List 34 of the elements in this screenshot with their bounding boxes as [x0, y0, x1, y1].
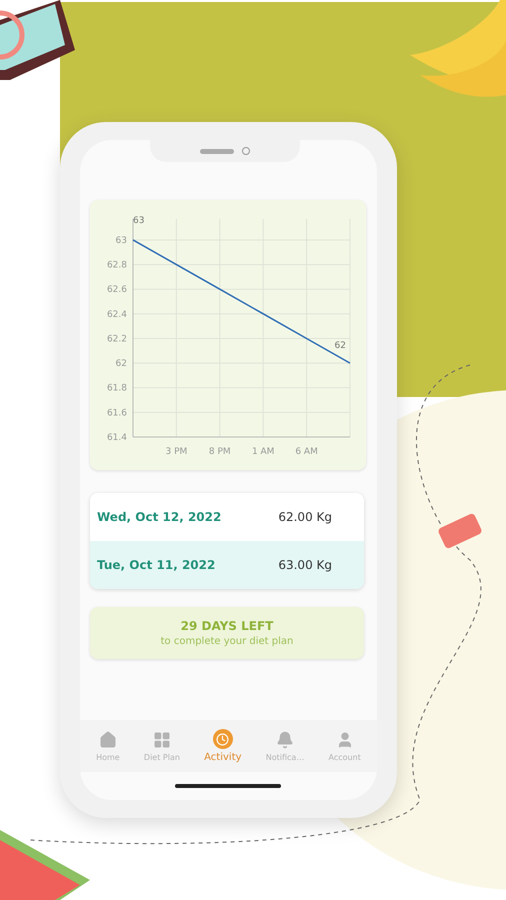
data-label: 62	[334, 341, 346, 352]
weight-entry-row[interactable]: Wed, Oct 12, 2022 62.00 Kg	[90, 493, 364, 541]
weight-entry-row[interactable]: Tue, Oct 11, 2022 63.00 Kg	[90, 541, 364, 589]
entry-date: Tue, Oct 11, 2022	[97, 558, 216, 572]
x-tick-label: 3 PM	[166, 447, 188, 457]
nav-tab[interactable]: Activity	[204, 729, 242, 763]
bell-icon	[275, 730, 296, 750]
y-tick-label: 61.6	[106, 408, 127, 418]
speaker-icon	[200, 148, 234, 154]
entry-date: Wed, Oct 12, 2022	[97, 510, 222, 524]
y-tick-label: 62.6	[106, 285, 127, 296]
y-tick-label: 62.2	[106, 334, 127, 344]
nav-tab[interactable]: Account	[328, 730, 361, 762]
nav-tab[interactable]: Diet Plan	[144, 730, 180, 762]
days-left-title: 29 DAYS LEFT	[180, 619, 274, 633]
data-label: 63	[133, 216, 144, 226]
x-tick-label: 6 AM	[295, 447, 318, 457]
x-tick-label: 8 PM	[208, 447, 231, 457]
home-icon	[98, 730, 118, 750]
y-tick-label: 61.4	[106, 433, 127, 443]
y-tick-label: 62	[116, 359, 127, 370]
y-tick-label: 62.8	[106, 260, 127, 271]
y-tick-label: 63	[116, 236, 127, 246]
days-left-subtitle: to complete your diet plan	[160, 636, 294, 647]
y-tick-label: 62.4	[106, 310, 127, 320]
y-tick-label: 61.8	[106, 384, 127, 394]
entry-weight: 62.00 Kg	[278, 510, 332, 524]
nav-tab[interactable]: Notifica…	[266, 730, 304, 762]
camera-icon	[242, 147, 250, 155]
nav-tab[interactable]: Home	[96, 730, 120, 762]
entry-weight: 63.00 Kg	[278, 558, 332, 572]
clock-icon	[212, 729, 233, 749]
x-tick-label: 1 AM	[252, 447, 274, 457]
grid-icon	[152, 730, 172, 750]
